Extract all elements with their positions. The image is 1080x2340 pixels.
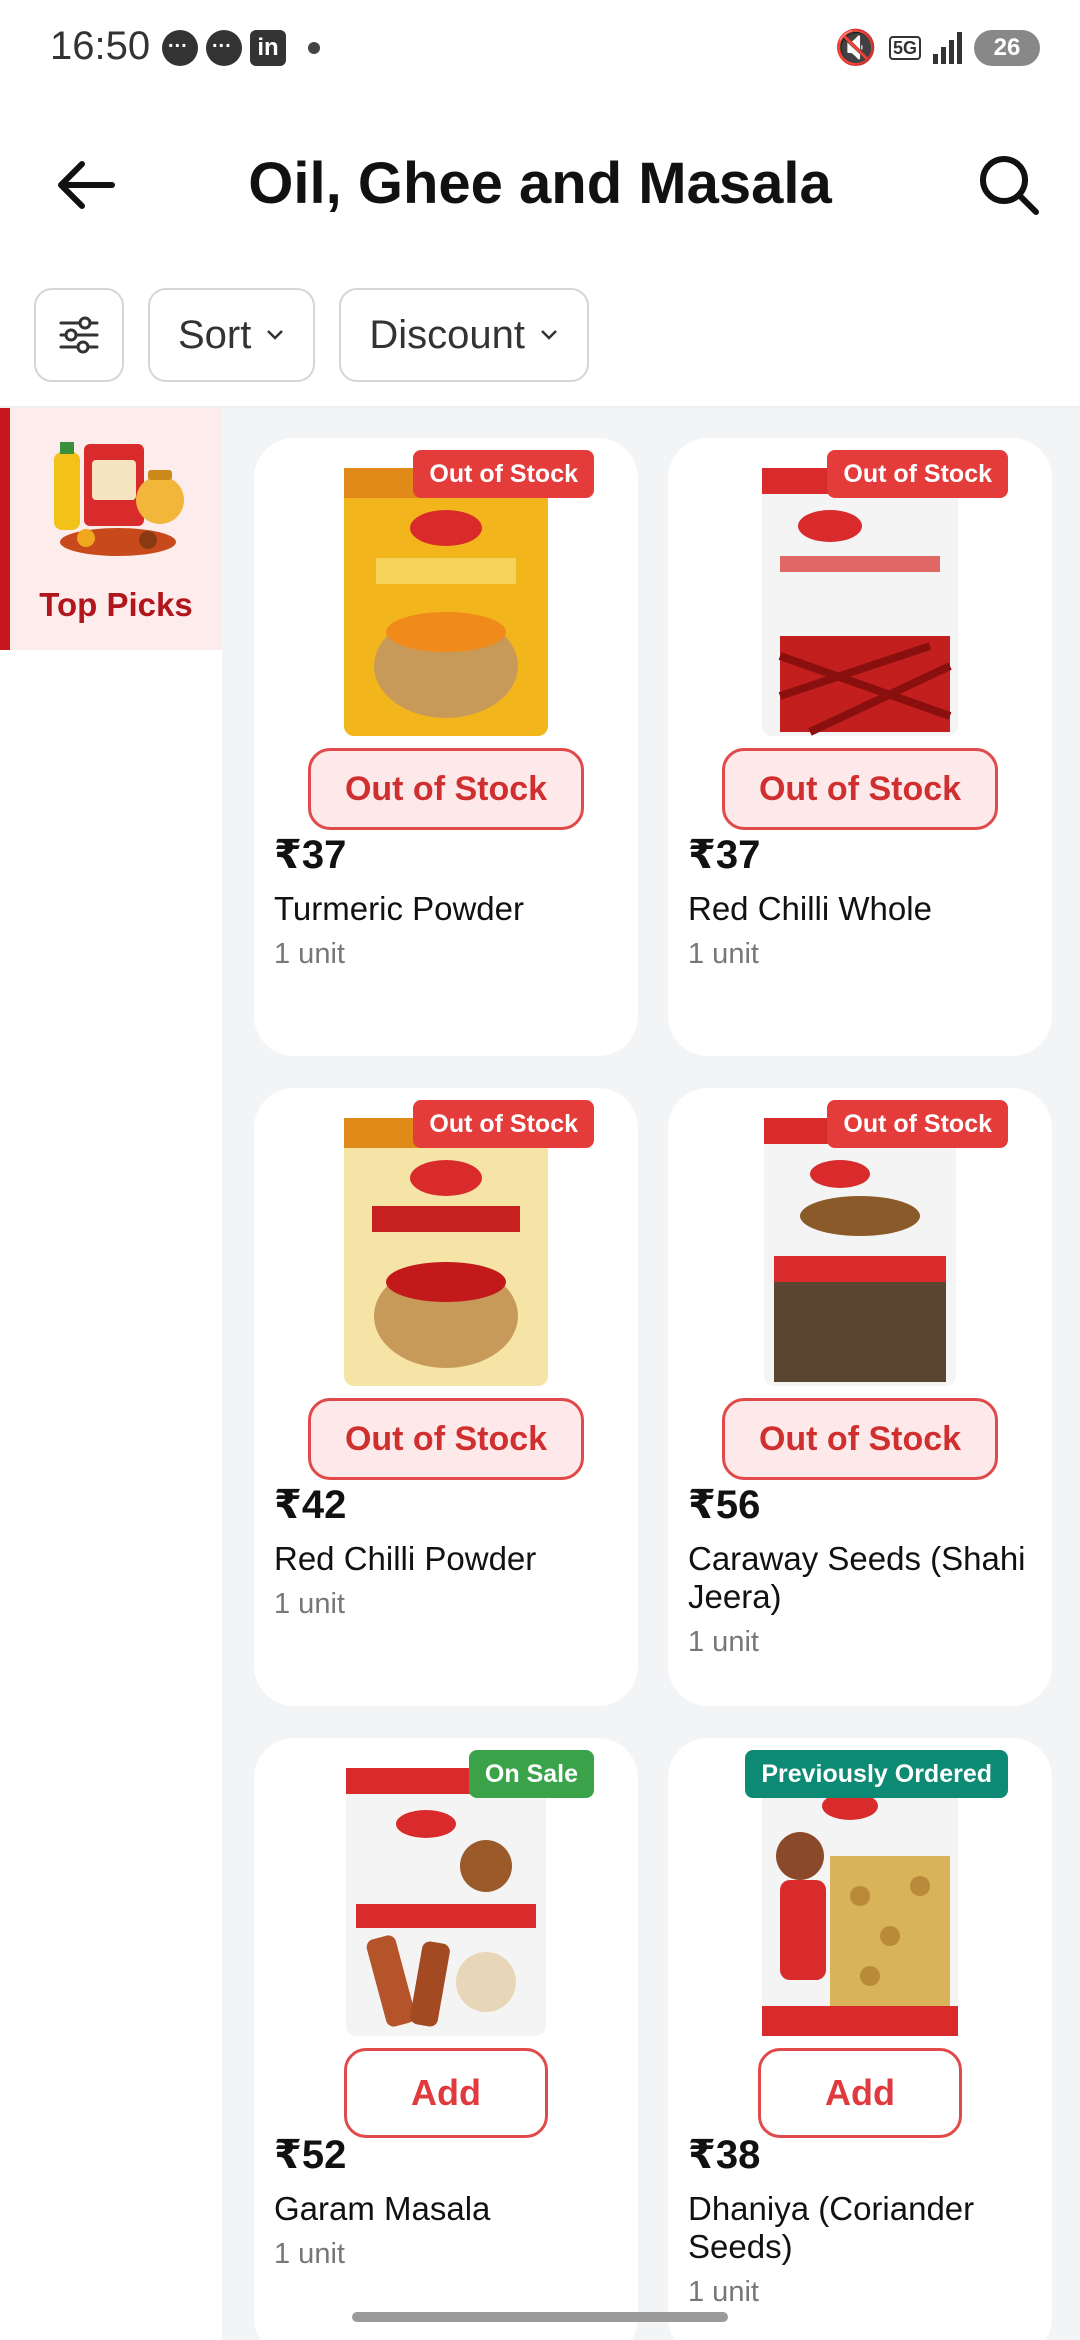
product-image (344, 468, 548, 736)
linkedin-icon: in (250, 30, 286, 66)
chat-icon (206, 30, 242, 66)
sliders-icon (59, 316, 99, 354)
notification-icons: in (162, 30, 320, 66)
product-price: ₹38 (688, 2133, 761, 2177)
product-name: Caraway Seeds (Shahi Jeera) (688, 1540, 1026, 1615)
signal-icon (933, 32, 962, 64)
product-image (764, 1118, 956, 1386)
product-name: Turmeric Powder (274, 890, 524, 927)
search-icon[interactable] (974, 150, 1044, 220)
product-card[interactable]: Previously Ordered Add ₹38 Dhaniya (Cori… (668, 1738, 1052, 2340)
product-price: ₹37 (688, 833, 761, 877)
add-button[interactable]: Add (758, 2048, 962, 2138)
chevron-down-icon (267, 330, 284, 340)
out-of-stock-button: Out of Stock (722, 1398, 998, 1480)
sort-label: Sort (178, 312, 252, 357)
app-header: Oil, Ghee and Masala (0, 110, 1080, 260)
chevron-down-icon (541, 330, 557, 340)
product-unit: 1 unit (274, 2238, 345, 2270)
more-notifications-icon (308, 42, 320, 54)
out-of-stock-button: Out of Stock (308, 1398, 584, 1480)
status-badge: Previously Ordered (745, 1750, 1008, 1798)
filter-settings-button[interactable] (34, 288, 124, 382)
battery-icon: 26 (974, 30, 1040, 66)
product-name: Red Chilli Whole (688, 890, 932, 927)
add-button[interactable]: Add (344, 2048, 548, 2138)
product-image (762, 468, 958, 736)
network-type-icon: 5G (888, 36, 921, 60)
product-unit: 1 unit (274, 1588, 345, 1620)
product-image (762, 1764, 958, 2036)
status-time: 16:50 (50, 24, 151, 68)
sidebar-item-top-picks[interactable]: Top Picks (0, 408, 222, 650)
status-badge: Out of Stock (413, 450, 594, 498)
status-badge: On Sale (468, 1750, 594, 1798)
system-icons: 🔇 5G 26 (835, 28, 1040, 68)
product-card[interactable]: On Sale Add ₹52 Garam Masala 1 unit (254, 1738, 638, 2340)
product-image (346, 1768, 546, 2036)
product-unit: 1 unit (274, 938, 345, 970)
product-unit: 1 unit (688, 938, 759, 970)
product-unit: 1 unit (688, 2276, 759, 2308)
message-icon (162, 30, 198, 66)
mute-icon: 🔇 (834, 29, 877, 67)
status-badge: Out of Stock (413, 1100, 594, 1148)
page-title: Oil, Ghee and Masala (248, 151, 832, 216)
sort-button[interactable]: Sort (148, 288, 316, 382)
discount-label: Discount (369, 312, 525, 357)
product-card[interactable]: Out of Stock Out of Stock ₹56 Caraway Se… (668, 1088, 1052, 1706)
sidebar-item-label: Top Picks (39, 586, 193, 623)
filter-bar: Sort Discount (34, 288, 589, 382)
product-price: ₹56 (688, 1483, 761, 1527)
product-price: ₹37 (274, 833, 347, 877)
product-card[interactable]: Out of Stock Out of Stock ₹42 Red Chilli… (254, 1088, 638, 1706)
home-indicator[interactable] (352, 2312, 728, 2322)
product-card[interactable]: Out of Stock Out of Stock ₹37 Red Chilli… (668, 438, 1052, 1056)
product-name: Garam Masala (274, 2190, 491, 2227)
status-badge: Out of Stock (827, 1100, 1008, 1148)
product-price: ₹42 (274, 1483, 347, 1527)
status-bar: 16:50 in 🔇 5G 26 (0, 0, 1080, 100)
category-sidebar: Top Picks (0, 408, 222, 2340)
discount-button[interactable]: Discount (339, 288, 589, 382)
out-of-stock-button: Out of Stock (308, 748, 584, 830)
product-name: Red Chilli Powder (274, 1540, 537, 1577)
out-of-stock-button: Out of Stock (722, 748, 998, 830)
product-price: ₹52 (274, 2133, 347, 2177)
product-grid: Out of Stock Out of Stock ₹37 Turmeric P… (222, 408, 1080, 2340)
product-unit: 1 unit (688, 1626, 759, 1658)
top-picks-thumbnail (54, 442, 184, 556)
product-card[interactable]: Out of Stock Out of Stock ₹37 Turmeric P… (254, 438, 638, 1056)
product-image (344, 1118, 548, 1386)
status-badge: Out of Stock (827, 450, 1008, 498)
product-name: Dhaniya (Coriander Seeds) (688, 2190, 975, 2265)
